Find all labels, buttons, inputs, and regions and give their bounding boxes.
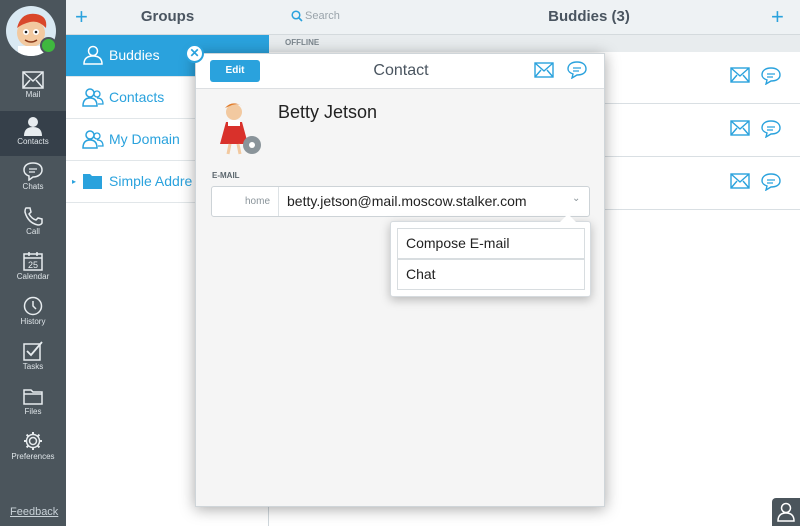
mail-icon[interactable] (534, 62, 554, 78)
groups-header: + Groups (66, 0, 269, 35)
checkbox-icon (23, 341, 43, 361)
folder-icon (83, 174, 102, 189)
people-icon (82, 130, 104, 149)
chat-menu-item[interactable]: Chat (397, 259, 585, 290)
group-item-label: Buddies (109, 47, 160, 63)
email-action-menu: Compose E-mail Chat (390, 214, 591, 297)
rail-files-label: Files (24, 407, 42, 416)
menu-pointer (560, 214, 576, 222)
rail-call-label: Call (26, 227, 40, 236)
clock-icon (23, 296, 43, 316)
person-icon (777, 502, 795, 522)
edit-button[interactable]: Edit (210, 60, 260, 82)
chat-icon[interactable] (760, 67, 782, 85)
rail-call[interactable]: Call (0, 201, 66, 246)
rail-chats[interactable]: Chats (0, 156, 66, 201)
chat-icon[interactable] (760, 173, 782, 191)
nav-rail: Mail Contacts Chats Call 25 Calendar His… (0, 0, 66, 526)
rail-contacts[interactable]: Contacts (0, 111, 66, 156)
mail-icon[interactable] (730, 173, 750, 189)
mail-icon[interactable] (730, 120, 750, 136)
rail-mail[interactable]: Mail (0, 66, 66, 111)
gear-icon (24, 432, 42, 450)
presence-status-dot (40, 37, 57, 54)
chevron-down-icon[interactable]: ⌄ (572, 193, 580, 204)
close-icon[interactable]: ✕ (185, 44, 204, 63)
email-section-label: E-MAIL (212, 171, 240, 180)
mail-icon (22, 71, 44, 89)
rail-mail-label: Mail (25, 90, 41, 99)
contact-popup-title: Contact (373, 62, 429, 79)
group-item-label: Simple Addre (109, 173, 193, 189)
contact-popup-header: Edit Contact (196, 54, 604, 89)
section-label: OFFLINE (285, 38, 320, 47)
mail-icon[interactable] (730, 67, 750, 83)
compose-email-menu-item[interactable]: Compose E-mail (397, 228, 585, 259)
people-icon (82, 88, 104, 107)
group-item-label: Contacts (109, 89, 165, 105)
feedback-link[interactable]: Feedback (10, 506, 58, 518)
rail-tasks-label: Tasks (22, 362, 44, 371)
groups-title: Groups (140, 8, 195, 25)
chat-icon[interactable] (566, 61, 588, 79)
buddies-title: Buddies (3) (548, 8, 630, 25)
rail-contacts-label: Contacts (17, 137, 49, 146)
chat-icon[interactable] (760, 120, 782, 138)
search-input[interactable]: Search (305, 10, 340, 22)
rail-history[interactable]: History (0, 291, 66, 336)
calendar-icon: 25 (23, 252, 43, 271)
email-field[interactable]: home betty.jetson@mail.moscow.stalker.co… (211, 186, 590, 217)
section-header: OFFLINE (269, 35, 800, 52)
rail-history-label: History (20, 317, 46, 326)
rail-preferences[interactable]: Preferences (0, 426, 66, 471)
contacts-icon (24, 117, 42, 136)
contact-name: Betty Jetson (278, 102, 378, 122)
profile-button[interactable] (772, 498, 800, 526)
folder-icon (23, 389, 43, 405)
rail-files[interactable]: Files (0, 381, 66, 426)
phone-icon (24, 207, 43, 226)
search-icon[interactable] (291, 10, 303, 22)
rail-preferences-label: Preferences (11, 452, 55, 461)
rail-chats-label: Chats (22, 182, 44, 191)
buddies-header: Search Buddies (3) + (269, 0, 800, 35)
expand-caret-icon[interactable]: ▸ (72, 177, 76, 186)
email-type-label: home (212, 187, 279, 216)
rail-calendar[interactable]: 25 Calendar (0, 246, 66, 291)
chat-icon (23, 162, 43, 181)
rail-tasks[interactable]: Tasks (0, 336, 66, 381)
add-buddy-button[interactable]: + (771, 6, 784, 28)
person-icon (83, 45, 103, 65)
email-value[interactable]: betty.jetson@mail.moscow.stalker.com (287, 193, 527, 209)
rail-calendar-label: Calendar (16, 272, 50, 281)
group-item-label: My Domain (109, 131, 180, 147)
contact-photo (212, 100, 262, 156)
calendar-day-badge: 25 (28, 260, 38, 270)
